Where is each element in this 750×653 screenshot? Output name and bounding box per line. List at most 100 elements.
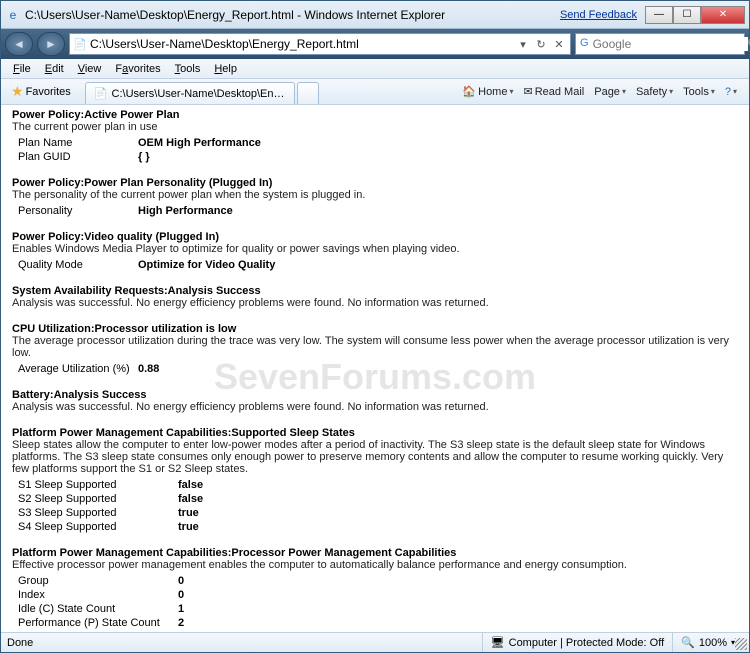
minimize-button[interactable]: — [645,6,673,24]
back-button[interactable]: ◄ [5,32,33,56]
report-section: Power Policy:Video quality (Plugged In)E… [12,231,738,271]
search-bar[interactable]: G 🔍 [575,33,745,55]
kv-value: 1 [178,603,184,615]
kv-key: Idle (C) State Count [18,603,178,615]
section-description: The personality of the current power pla… [12,189,738,201]
section-title: Power Policy:Power Plan Personality (Plu… [12,177,738,189]
kv-value: true [178,521,199,533]
key-value-row: Performance (P) State Count2 [18,617,738,629]
section-description: Analysis was successful. No energy effic… [12,297,738,309]
key-value-row: S4 Sleep Supportedtrue [18,521,738,533]
ie-icon: e [5,7,21,23]
menu-tools[interactable]: Tools [169,61,207,77]
kv-value: true [178,507,199,519]
section-title: Platform Power Management Capabilities:S… [12,427,738,439]
key-value-row: Group0 [18,575,738,587]
star-icon: ★ [11,83,24,100]
browser-tab[interactable]: 📄 C:\Users\User-Name\Desktop\Energy_Repo… [85,82,295,104]
section-description: Enables Windows Media Player to optimize… [12,243,738,255]
refresh-button[interactable]: ↻ [532,38,550,51]
key-value-row: Index0 [18,589,738,601]
help-icon-button[interactable]: ?▾ [721,84,741,100]
kv-value: 0 [178,575,184,587]
key-value-row: Average Utilization (%)0.88 [18,363,738,375]
page-content[interactable]: Power Policy:Active Power PlanThe curren… [2,105,748,632]
readmail-button[interactable]: ✉Read Mail [519,83,588,100]
kv-value: { } [138,151,150,163]
report-section: CPU Utilization:Processor utilization is… [12,323,738,375]
kv-key: Average Utilization (%) [18,363,138,375]
address-bar[interactable]: 📄 ▾ ↻ ✕ [69,33,571,55]
section-description: Sleep states allow the computer to enter… [12,439,738,475]
address-dropdown[interactable]: ▾ [514,38,532,51]
kv-value: 2 [178,617,184,629]
section-description: The current power plan in use [12,121,738,133]
status-bar: Done 🖥Computer | Protected Mode: Off 🔍10… [1,632,749,652]
search-input[interactable] [593,37,748,51]
computer-icon: 🖥 [491,636,505,649]
kv-key: Group [18,575,178,587]
section-title: Power Policy:Active Power Plan [12,109,738,121]
tools-menu[interactable]: Tools▾ [679,84,719,100]
forward-button[interactable]: ► [37,32,65,56]
stop-button[interactable]: ✕ [550,38,568,51]
send-feedback-link[interactable]: Send Feedback [560,9,637,21]
kv-key: Personality [18,205,138,217]
menu-favorites[interactable]: Favorites [109,61,166,77]
key-value-row: S2 Sleep Supportedfalse [18,493,738,505]
section-title: System Availability Requests:Analysis Su… [12,285,738,297]
key-value-row: S1 Sleep Supportedfalse [18,479,738,491]
kv-key: Plan GUID [18,151,138,163]
menu-view[interactable]: View [72,61,108,77]
nav-toolbar: ◄ ► 📄 ▾ ↻ ✕ G 🔍 [1,29,749,59]
section-title: CPU Utilization:Processor utilization is… [12,323,738,335]
key-value-row: Quality ModeOptimize for Video Quality [18,259,738,271]
report-section: System Availability Requests:Analysis Su… [12,285,738,309]
new-tab-button[interactable] [297,82,319,104]
safety-menu[interactable]: Safety▾ [632,84,677,100]
help-icon: ? [725,86,731,98]
window-title: C:\Users\User-Name\Desktop\Energy_Report… [25,8,560,22]
kv-key: Performance (P) State Count [18,617,178,629]
section-title: Platform Power Management Capabilities:P… [12,547,738,559]
security-zone[interactable]: 🖥Computer | Protected Mode: Off [482,633,672,652]
kv-value: OEM High Performance [138,137,261,149]
section-description: Effective processor power management ena… [12,559,738,571]
report-section: Platform Power Management Capabilities:S… [12,427,738,533]
kv-key: S2 Sleep Supported [18,493,178,505]
kv-key: Plan Name [18,137,138,149]
key-value-row: S3 Sleep Supportedtrue [18,507,738,519]
address-input[interactable] [90,37,514,51]
zoom-control[interactable]: 🔍100%▾ [672,633,743,652]
kv-value: 0.88 [138,363,159,375]
report-section: Battery:Analysis SuccessAnalysis was suc… [12,389,738,413]
kv-key: S4 Sleep Supported [18,521,178,533]
page-menu[interactable]: Page▾ [590,84,630,100]
kv-key: Index [18,589,178,601]
menu-bar: File Edit View Favorites Tools Help [1,59,749,79]
resize-grip[interactable] [735,638,747,650]
kv-key: S1 Sleep Supported [18,479,178,491]
home-button[interactable]: 🏠Home▾ [458,83,517,100]
menu-help[interactable]: Help [208,61,243,77]
favorites-button[interactable]: ★ Favorites [5,81,77,102]
kv-value: High Performance [138,205,233,217]
key-value-row: Idle (C) State Count1 [18,603,738,615]
home-icon: 🏠 [462,85,476,98]
menu-file[interactable]: File [7,61,37,77]
window-titlebar: e C:\Users\User-Name\Desktop\Energy_Repo… [1,1,749,29]
report-section: Platform Power Management Capabilities:P… [12,547,738,632]
key-value-row: Plan GUID{ } [18,151,738,163]
tab-page-icon: 📄 [94,87,108,100]
kv-value: Optimize for Video Quality [138,259,275,271]
kv-key: S3 Sleep Supported [18,507,178,519]
close-button[interactable]: ✕ [701,6,745,24]
zoom-icon: 🔍 [681,636,695,649]
maximize-button[interactable]: ☐ [673,6,701,24]
section-title: Battery:Analysis Success [12,389,738,401]
section-title: Power Policy:Video quality (Plugged In) [12,231,738,243]
menu-edit[interactable]: Edit [39,61,70,77]
kv-value: false [178,479,203,491]
section-description: Analysis was successful. No energy effic… [12,401,738,413]
kv-value: false [178,493,203,505]
